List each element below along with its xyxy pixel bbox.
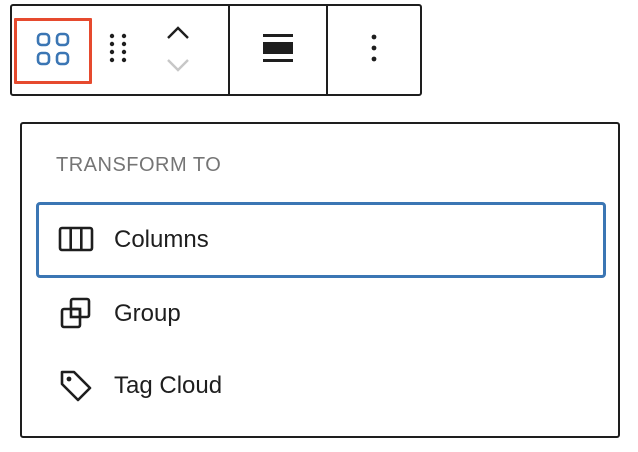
- transform-item-label: Columns: [114, 226, 209, 253]
- tag-icon: [56, 366, 96, 406]
- move-down-button[interactable]: [160, 54, 196, 80]
- chevron-up-icon: [165, 25, 191, 46]
- align-button[interactable]: [248, 20, 308, 80]
- transform-item-group[interactable]: Group: [36, 276, 606, 352]
- move-up-button[interactable]: [160, 22, 196, 48]
- columns-icon: [56, 220, 96, 260]
- transform-to-heading: TRANSFORM TO: [56, 154, 222, 176]
- toolbar-group-align: [228, 6, 326, 94]
- align-full-width-icon: [261, 33, 295, 68]
- transform-item-tag-cloud[interactable]: Tag Cloud: [36, 348, 606, 424]
- chevron-down-icon: [165, 57, 191, 78]
- drag-handle-icon: [107, 32, 129, 69]
- block-default-grid-icon: [35, 31, 71, 72]
- more-vertical-icon: [370, 33, 378, 68]
- transform-item-columns[interactable]: Columns: [36, 202, 606, 278]
- drag-handle[interactable]: [104, 30, 132, 70]
- toolbar-group-options: [326, 6, 420, 94]
- block-type-transform-button[interactable]: [14, 18, 92, 84]
- group-icon: [56, 294, 96, 334]
- more-options-button[interactable]: [354, 20, 394, 80]
- transform-item-label: Group: [114, 300, 181, 327]
- block-switcher-popover: TRANSFORM TO Columns Group Tag Cloud: [20, 122, 620, 438]
- transform-item-label: Tag Cloud: [114, 372, 223, 399]
